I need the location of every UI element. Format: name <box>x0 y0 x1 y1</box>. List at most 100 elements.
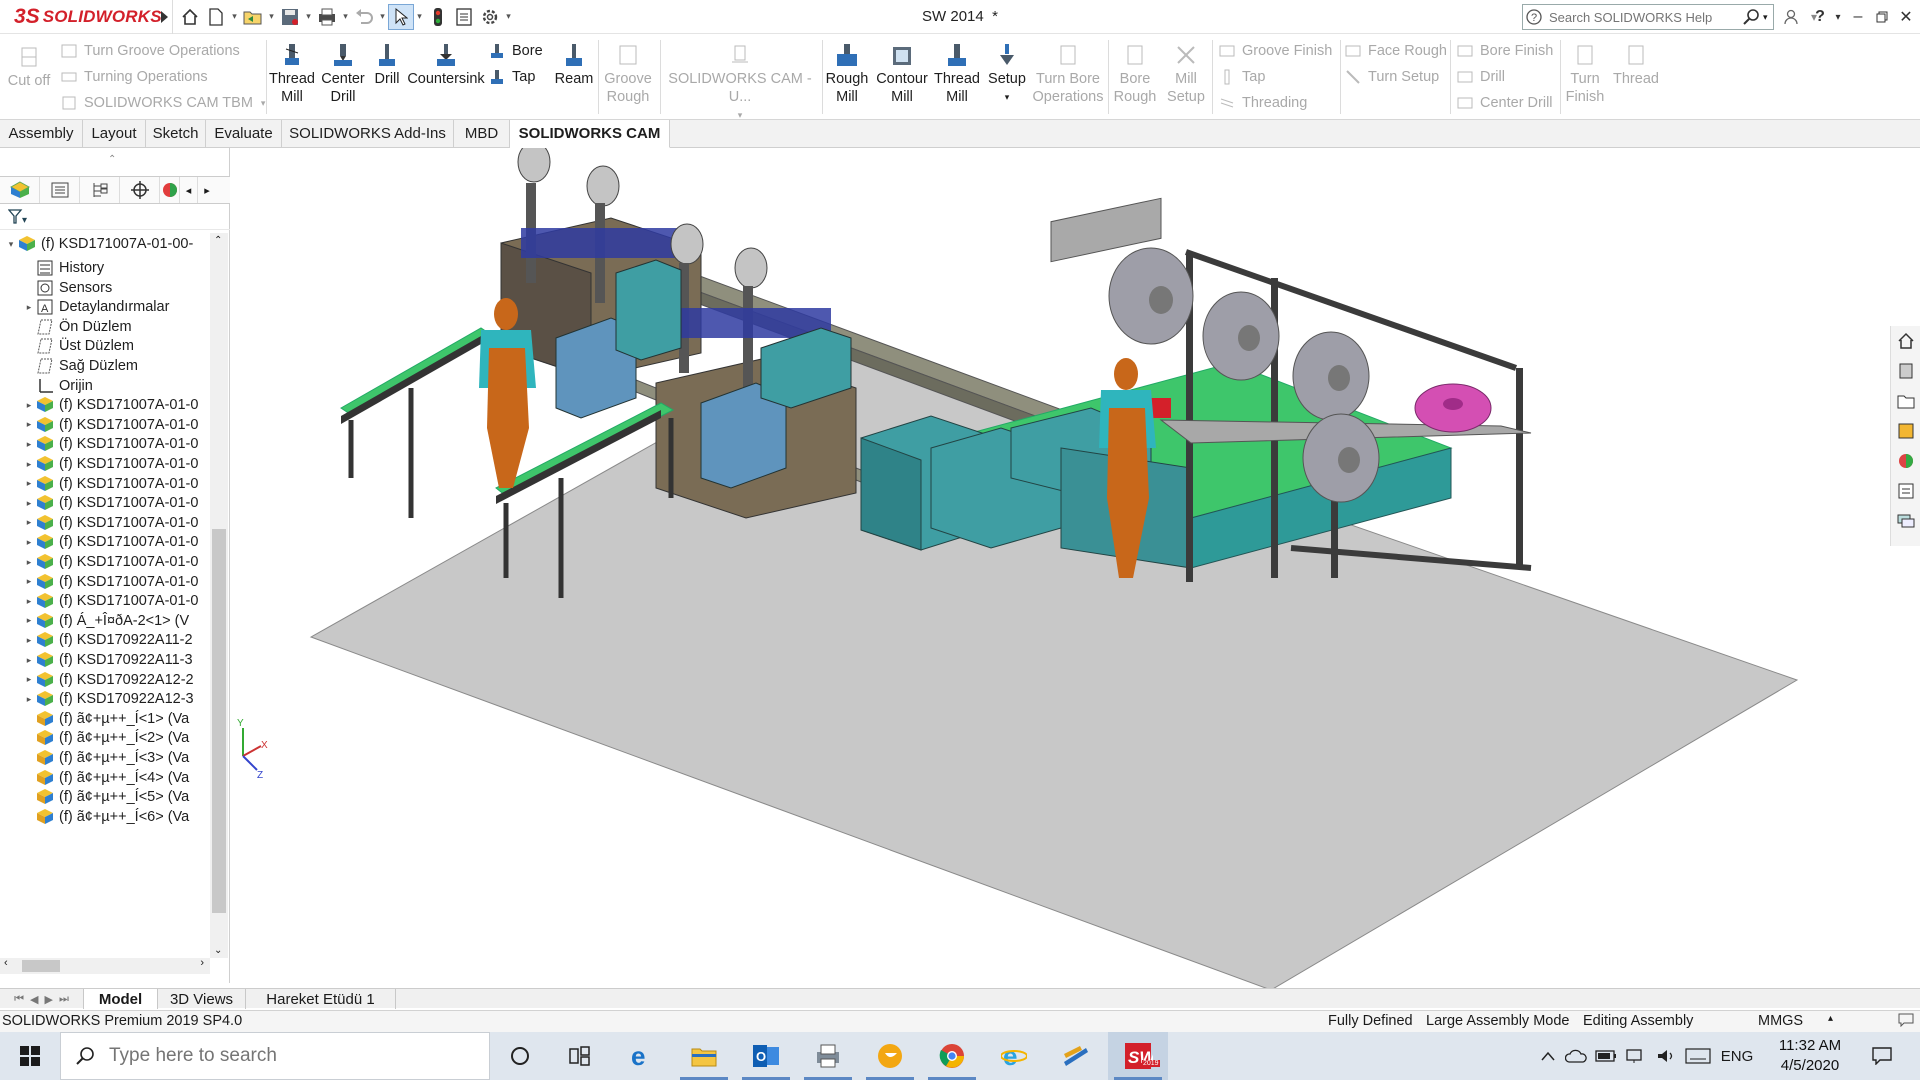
face-rough-button[interactable]: Face Rough <box>1344 40 1447 62</box>
printer-app-icon[interactable] <box>798 1032 858 1080</box>
property-manager-tab-icon[interactable] <box>40 177 80 203</box>
home-icon[interactable] <box>177 4 203 30</box>
tree-vertical-scroll-thumb[interactable] <box>212 529 226 913</box>
file-explorer-icon[interactable] <box>674 1032 734 1080</box>
tab-solidworks-add-ins[interactable]: SOLIDWORKS Add-Ins <box>282 120 454 147</box>
scroll-right-icon[interactable]: › <box>200 957 204 969</box>
rebuild-icon[interactable] <box>425 4 451 30</box>
drill-2-button[interactable]: Drill <box>1456 66 1505 88</box>
collapse-arrow-icon[interactable]: ▾ <box>4 239 18 250</box>
solidworks-taskbar-icon[interactable]: SW 2019 <box>1108 1032 1168 1080</box>
status-units[interactable]: MMGS <box>1758 1013 1803 1029</box>
chevron-down-icon[interactable]: ▾ <box>303 4 314 30</box>
bore-button[interactable]: Bore <box>488 40 543 62</box>
cortana-icon[interactable] <box>490 1032 550 1080</box>
network-icon[interactable] <box>1621 1048 1651 1064</box>
expand-arrow-icon[interactable]: ▸ <box>22 517 36 528</box>
contour-mill-button[interactable]: Contour Mill <box>874 42 930 106</box>
tab-assembly[interactable]: Assembly <box>0 120 83 147</box>
chevron-down-icon[interactable]: ▾ <box>266 4 277 30</box>
internet-explorer-icon[interactable]: e <box>984 1032 1044 1080</box>
action-center-notification-icon[interactable] <box>1862 1032 1902 1080</box>
solidworks-resources-icon[interactable] <box>1891 326 1920 356</box>
setup-button[interactable]: Setup ▾ <box>984 42 1030 106</box>
print-icon[interactable] <box>314 4 340 30</box>
help-search-input[interactable] <box>1545 6 1739 28</box>
rough-mill-button[interactable]: Rough Mill <box>824 42 870 106</box>
first-tab-icon[interactable]: ⏮ <box>14 993 24 1006</box>
tab-evaluate[interactable]: Evaluate <box>206 120 282 147</box>
chevron-left-icon[interactable]: ◂ <box>180 177 198 203</box>
ream-button[interactable]: Ream <box>552 42 596 88</box>
expand-arrow-icon[interactable]: ▸ <box>22 498 36 509</box>
feature-tree-tab-icon[interactable] <box>0 177 40 203</box>
tap-button[interactable]: Tap <box>488 66 535 88</box>
groove-finish-button[interactable]: Groove Finish <box>1218 40 1332 62</box>
close-icon[interactable]: ✕ <box>1892 4 1920 30</box>
taskbar-search-box[interactable] <box>60 1032 490 1080</box>
center-drill-2-button[interactable]: Center Drill <box>1456 92 1553 114</box>
windows-start-icon[interactable] <box>0 1032 60 1080</box>
new-document-icon[interactable] <box>203 4 229 30</box>
turn-finish-button[interactable]: Turn Finish <box>1562 42 1608 106</box>
menu-flyout-arrow-icon[interactable] <box>155 0 173 34</box>
chevron-down-icon[interactable]: ▾ <box>503 4 514 30</box>
onedrive-cloud-icon[interactable] <box>1561 1049 1591 1063</box>
tab-layout[interactable]: Layout <box>83 120 146 147</box>
countersink-button[interactable]: Countersink <box>406 42 486 88</box>
expand-arrow-icon[interactable]: ▸ <box>22 459 36 470</box>
tree-root[interactable]: ▾ (f) KSD171007A-01-00- <box>4 233 193 255</box>
edge-browser-icon[interactable]: e <box>612 1032 672 1080</box>
cam-tbm-button[interactable]: SOLIDWORKS CAM TBM ▾ <box>60 92 265 114</box>
design-library-icon[interactable] <box>1891 356 1920 386</box>
expand-arrow-icon[interactable]: ▸ <box>22 537 36 548</box>
bore-rough-button[interactable]: Bore Rough <box>1110 42 1160 106</box>
next-tab-icon[interactable]: ▶ <box>45 993 53 1006</box>
appearances-scenes-icon[interactable] <box>1891 446 1920 476</box>
filter-icon[interactable]: ▾ <box>7 208 30 229</box>
bore-finish-button[interactable]: Bore Finish <box>1456 40 1553 62</box>
search-icon[interactable] <box>1739 8 1763 26</box>
panel-collapse-handle-icon[interactable]: ⌃ <box>108 154 116 165</box>
solidworks-logo[interactable]: 3S SOLIDWORKS <box>0 0 162 34</box>
chevron-down-icon[interactable]: ▾ <box>229 4 240 30</box>
thread-mill-button[interactable]: Thread Mill <box>268 42 316 106</box>
outlook-icon[interactable]: O <box>736 1032 796 1080</box>
chrome-browser-icon[interactable] <box>922 1032 982 1080</box>
expand-arrow-icon[interactable]: ▸ <box>22 400 36 411</box>
chevron-down-icon[interactable]: ▾ <box>340 4 351 30</box>
touch-keyboard-icon[interactable] <box>1681 1048 1715 1064</box>
expand-arrow-icon[interactable]: ▸ <box>22 419 36 430</box>
assembly-model-view[interactable]: Y X Z <box>231 148 1920 988</box>
battery-icon[interactable] <box>1591 1050 1621 1062</box>
tab-scroll-controls[interactable]: ⏮ ◀ ▶ ⏭ <box>0 989 84 1009</box>
graphics-area[interactable]: ▾ ▾ ▾ ▾ ▾ – ✕ <box>231 148 1920 988</box>
select-cursor-icon[interactable] <box>388 3 414 30</box>
chevron-down-icon[interactable]: ▾ <box>1832 4 1844 30</box>
center-drill-button[interactable]: Center Drill <box>318 42 368 106</box>
pdf-app-icon[interactable] <box>1046 1032 1106 1080</box>
volume-icon[interactable] <box>1651 1048 1681 1064</box>
tab-motion-study[interactable]: Hareket Etüdü 1 <box>246 989 396 1009</box>
tab-solidworks-cam[interactable]: SOLIDWORKS CAM <box>510 120 670 148</box>
tap-2-button[interactable]: Tap <box>1218 66 1265 88</box>
file-explorer-icon[interactable] <box>1891 386 1920 416</box>
cut-off-button[interactable]: Cut off <box>6 44 52 90</box>
tab-3d-views[interactable]: 3D Views <box>158 989 246 1009</box>
mill-setup-button[interactable]: Mill Setup <box>1162 42 1210 106</box>
tab-sketch[interactable]: Sketch <box>146 120 206 147</box>
turning-operations-button[interactable]: Turning Operations <box>60 66 208 88</box>
status-large-assembly-mode[interactable]: Large Assembly Mode <box>1426 1013 1569 1029</box>
tooltip-balloon-icon[interactable] <box>1898 1013 1914 1031</box>
expand-arrow-icon[interactable]: ▸ <box>22 557 36 568</box>
expand-arrow-icon[interactable]: ▸ <box>22 478 36 489</box>
view-palette-icon[interactable] <box>1891 416 1920 446</box>
expand-arrow-icon[interactable]: ▸ <box>22 674 36 685</box>
scroll-left-icon[interactable]: ‹ <box>4 957 8 969</box>
help-search-box[interactable]: ? ▾ <box>1522 4 1774 30</box>
expand-arrow-icon[interactable]: ▸ <box>22 655 36 666</box>
options-gear-icon[interactable] <box>477 4 503 30</box>
taskbar-clock[interactable]: 11:32 AM 4/5/2020 <box>1770 1036 1850 1076</box>
tree-horizontal-scroll-thumb[interactable] <box>22 960 60 972</box>
previous-tab-icon[interactable]: ◀ <box>30 993 38 1006</box>
